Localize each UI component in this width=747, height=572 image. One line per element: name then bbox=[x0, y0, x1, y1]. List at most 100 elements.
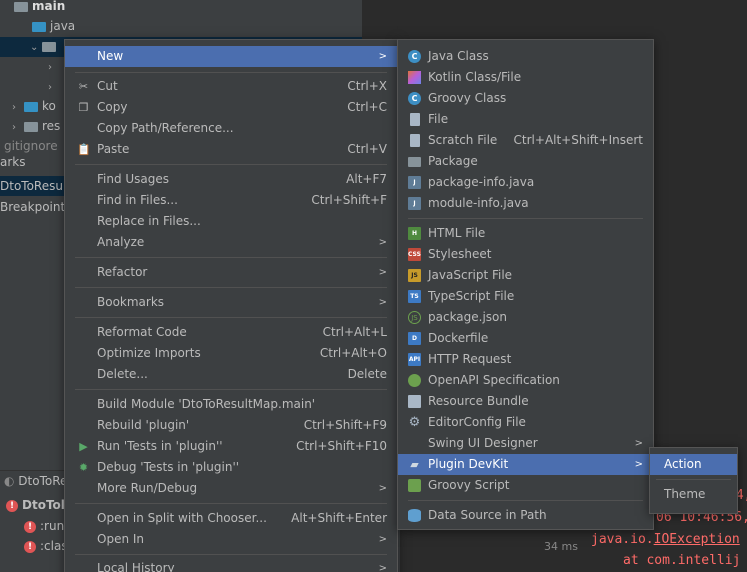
run-tab[interactable]: ◐ DtoToRe bbox=[4, 474, 67, 488]
menu-item-open-in-split[interactable]: Open in Split with Chooser... Alt+Shift+… bbox=[65, 508, 397, 529]
bookmarks-label: arks bbox=[0, 155, 26, 169]
bookmark-item[interactable]: DtoToResultM bbox=[0, 176, 81, 196]
new-javascript-file[interactable]: JS JavaScript File bbox=[398, 265, 653, 286]
menu-item-copy-path[interactable]: Copy Path/Reference... bbox=[65, 118, 397, 139]
menu-separator bbox=[408, 218, 643, 219]
new-swing-ui-designer[interactable]: Swing UI Designer > bbox=[398, 433, 653, 454]
ts-icon: TS bbox=[408, 290, 421, 303]
chevron-right-icon: > bbox=[378, 483, 387, 494]
menu-separator bbox=[75, 554, 387, 555]
scratch-file-icon bbox=[410, 134, 420, 147]
menu-item-build-module[interactable]: Build Module 'DtoToResultMap.main' bbox=[65, 394, 397, 415]
new-http-request[interactable]: API HTTP Request bbox=[398, 349, 653, 370]
menu-item-new[interactable]: New > bbox=[65, 46, 397, 67]
tree-row-java[interactable]: java bbox=[32, 16, 75, 36]
new-module-info[interactable]: J module-info.java bbox=[398, 193, 653, 214]
menu-item-run-tests[interactable]: ▶ Run 'Tests in 'plugin'' Ctrl+Shift+F10 bbox=[65, 436, 397, 457]
exception-link[interactable]: IOException bbox=[654, 532, 740, 547]
new-java-class[interactable]: C Java Class bbox=[398, 46, 653, 67]
devkit-action[interactable]: Action bbox=[650, 454, 737, 475]
docker-icon: D bbox=[408, 332, 421, 345]
menu-item-local-history[interactable]: Local History > bbox=[65, 558, 397, 572]
menu-item-reformat-code[interactable]: Reformat Code Ctrl+Alt+L bbox=[65, 322, 397, 343]
context-menu: New > ✂ Cut Ctrl+X ❐ Copy Ctrl+C Copy Pa… bbox=[64, 39, 398, 572]
new-scratch-file[interactable]: Scratch File Ctrl+Alt+Shift+Insert bbox=[398, 130, 653, 151]
chevron-right-icon[interactable]: › bbox=[48, 58, 60, 78]
tree-row-main[interactable]: main bbox=[14, 0, 65, 16]
new-package[interactable]: Package bbox=[398, 151, 653, 172]
tree-row-package[interactable]: ⌄ bbox=[30, 36, 60, 56]
chevron-right-icon[interactable]: › bbox=[12, 98, 24, 118]
css-icon: CSS bbox=[408, 248, 421, 261]
file-icon bbox=[410, 113, 420, 126]
groovy-script-icon bbox=[408, 479, 421, 492]
menu-item-more-run-debug[interactable]: More Run/Debug > bbox=[65, 478, 397, 499]
menu-item-bookmarks[interactable]: Bookmarks > bbox=[65, 292, 397, 313]
tree-row-ko[interactable]: › ko bbox=[12, 96, 56, 116]
new-editorconfig[interactable]: ⚙ EditorConfig File bbox=[398, 412, 653, 433]
tree-row-res[interactable]: › res bbox=[12, 116, 60, 136]
error-icon: ! bbox=[24, 540, 36, 553]
new-plugin-devkit[interactable]: ▰ Plugin DevKit > bbox=[398, 454, 653, 475]
menu-item-delete[interactable]: Delete... Delete bbox=[65, 364, 397, 385]
menu-item-rebuild[interactable]: Rebuild 'plugin' Ctrl+Shift+F9 bbox=[65, 415, 397, 436]
run-tree-item[interactable]: !:clas bbox=[24, 539, 68, 553]
scissors-icon: ✂ bbox=[78, 80, 89, 93]
plugin-devkit-submenu: Action Theme bbox=[649, 447, 738, 514]
menu-item-find-in-files[interactable]: Find in Files... Ctrl+Shift+F bbox=[65, 190, 397, 211]
chevron-down-icon[interactable]: ⌄ bbox=[30, 38, 42, 58]
menu-item-optimize-imports[interactable]: Optimize Imports Ctrl+Alt+O bbox=[65, 343, 397, 364]
chevron-right-icon: > bbox=[378, 267, 387, 278]
folder-icon bbox=[24, 101, 38, 112]
menu-item-analyze[interactable]: Analyze > bbox=[65, 232, 397, 253]
breakpoints-item[interactable]: Breakpoints bbox=[0, 197, 71, 217]
package-icon bbox=[408, 157, 421, 167]
new-package-json[interactable]: JS package.json bbox=[398, 307, 653, 328]
new-file[interactable]: File bbox=[398, 109, 653, 130]
tree-row-collapsed[interactable]: › bbox=[48, 76, 60, 96]
devkit-theme[interactable]: Theme bbox=[650, 484, 737, 505]
menu-item-replace-in-files[interactable]: Replace in Files... bbox=[65, 211, 397, 232]
nodejs-icon: JS bbox=[408, 311, 421, 324]
new-resource-bundle[interactable]: Resource Bundle bbox=[398, 391, 653, 412]
new-groovy-script[interactable]: Groovy Script bbox=[398, 475, 653, 496]
run-tab-icon: ◐ bbox=[4, 474, 19, 488]
new-stylesheet[interactable]: CSS Stylesheet bbox=[398, 244, 653, 265]
chevron-right-icon: > bbox=[378, 237, 387, 248]
tree-row-collapsed[interactable]: › bbox=[48, 56, 60, 76]
menu-item-open-in[interactable]: Open In > bbox=[65, 529, 397, 550]
new-html-file[interactable]: H HTML File bbox=[398, 223, 653, 244]
new-data-source-in-path[interactable]: Data Source in Path bbox=[398, 505, 653, 526]
chevron-right-icon[interactable]: › bbox=[48, 78, 60, 98]
menu-item-paste[interactable]: 📋 Paste Ctrl+V bbox=[65, 139, 397, 160]
debug-icon: ✹ bbox=[78, 461, 89, 474]
console-line: at com.intellij bbox=[623, 553, 741, 568]
console-line: java.io.IOException bbox=[591, 532, 740, 547]
new-openapi-spec[interactable]: OpenAPI Specification bbox=[398, 370, 653, 391]
menu-item-copy[interactable]: ❐ Copy Ctrl+C bbox=[65, 97, 397, 118]
menu-item-refactor[interactable]: Refactor > bbox=[65, 262, 397, 283]
new-dockerfile[interactable]: D Dockerfile bbox=[398, 328, 653, 349]
folder-icon bbox=[24, 121, 38, 132]
menu-separator bbox=[75, 287, 387, 288]
menu-item-cut[interactable]: ✂ Cut Ctrl+X bbox=[65, 76, 397, 97]
api-icon: API bbox=[408, 353, 421, 366]
chevron-right-icon[interactable]: › bbox=[12, 118, 24, 138]
run-tree-root[interactable]: ! DtoTol bbox=[6, 498, 65, 512]
chevron-right-icon: > bbox=[634, 438, 643, 449]
error-icon: ! bbox=[6, 499, 18, 512]
folder-icon bbox=[32, 21, 46, 32]
new-typescript-file[interactable]: TS TypeScript File bbox=[398, 286, 653, 307]
menu-item-debug-tests[interactable]: ✹ Debug 'Tests in 'plugin'' bbox=[65, 457, 397, 478]
kotlin-icon bbox=[408, 71, 421, 84]
new-kotlin-class[interactable]: Kotlin Class/File bbox=[398, 67, 653, 88]
run-tree-item[interactable]: !:run bbox=[24, 519, 64, 533]
chevron-right-icon: > bbox=[378, 297, 387, 308]
new-package-info[interactable]: J package-info.java bbox=[398, 172, 653, 193]
new-groovy-class[interactable]: C Groovy Class bbox=[398, 88, 653, 109]
groovy-class-icon: C bbox=[408, 92, 421, 105]
clipboard-icon: 📋 bbox=[77, 143, 91, 156]
html-icon: H bbox=[408, 227, 421, 240]
menu-item-find-usages[interactable]: Find Usages Alt+F7 bbox=[65, 169, 397, 190]
copy-icon: ❐ bbox=[78, 101, 89, 114]
